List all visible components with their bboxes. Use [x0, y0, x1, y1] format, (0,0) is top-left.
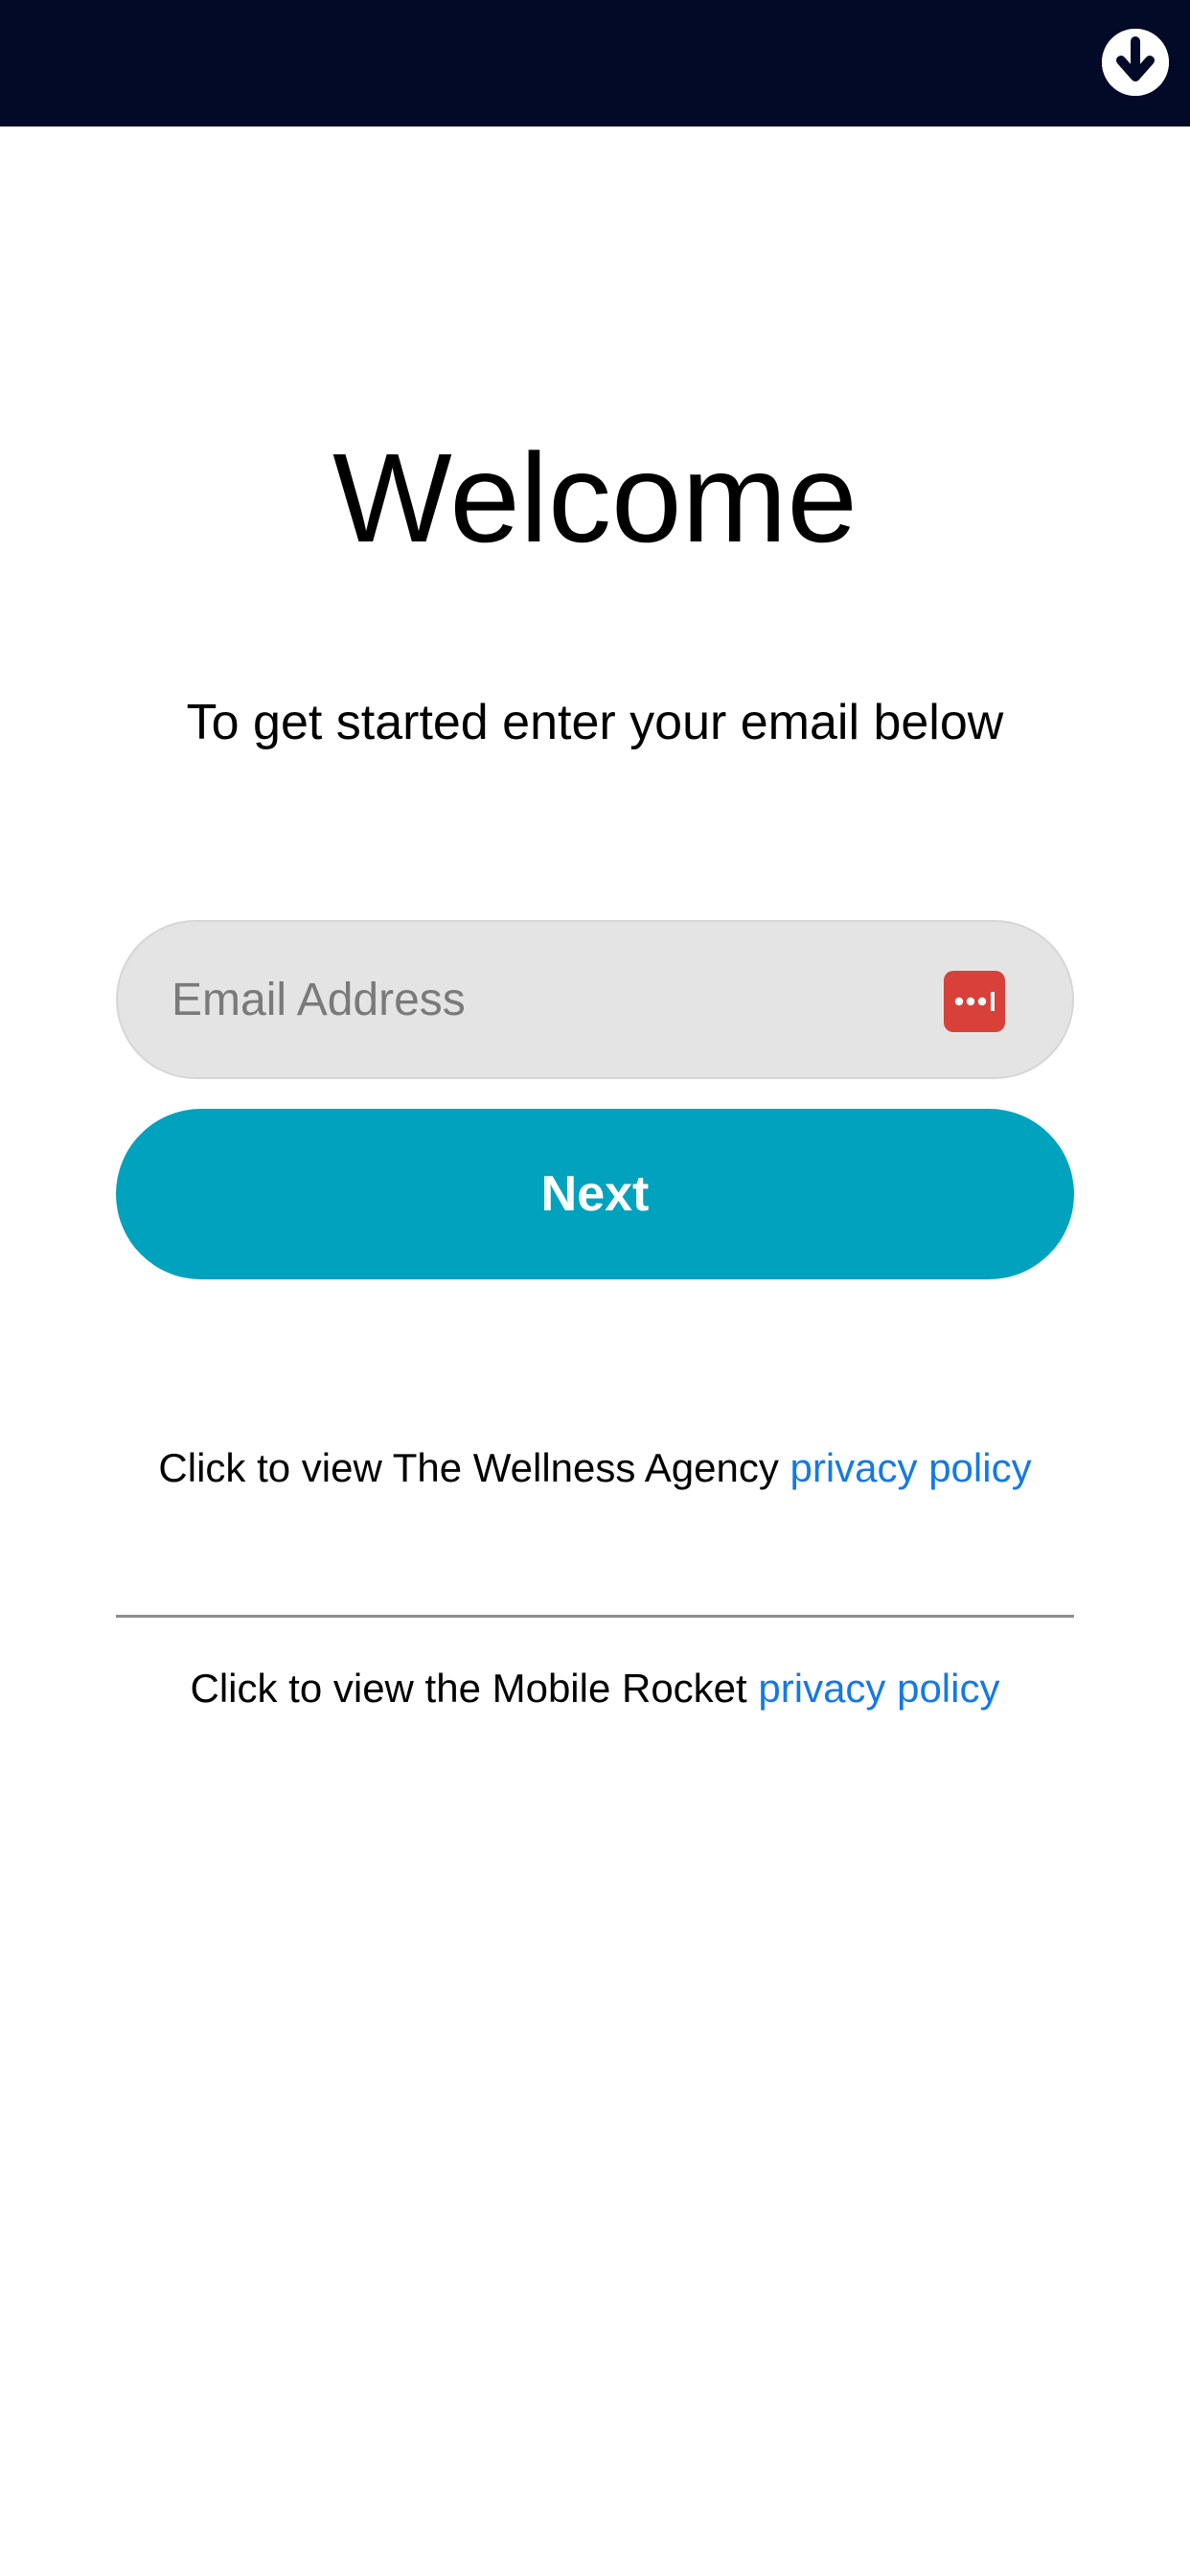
download-button[interactable]	[1102, 29, 1169, 96]
agency-policy-text: Click to view The Wellness Agency	[158, 1445, 790, 1490]
agency-privacy-policy-link[interactable]: privacy policy	[790, 1445, 1031, 1490]
agency-policy-line: Click to view The Wellness Agency privac…	[0, 1439, 1190, 1497]
page-subtitle: To get started enter your email below	[186, 695, 1004, 750]
top-bar	[0, 0, 1190, 126]
divider	[116, 1615, 1074, 1618]
mobile-rocket-policy-line: Click to view the Mobile Rocket privacy …	[0, 1660, 1190, 1717]
mobile-rocket-privacy-policy-link[interactable]: privacy policy	[758, 1666, 999, 1711]
password-dots-icon	[954, 992, 995, 1011]
mobile-rocket-policy-text: Click to view the Mobile Rocket	[190, 1666, 759, 1711]
email-field-container	[116, 920, 1074, 1079]
arrow-down-circle-icon	[1102, 29, 1169, 96]
password-manager-button[interactable]	[944, 971, 1005, 1032]
page-title: Welcome	[332, 427, 858, 568]
next-button[interactable]: Next	[116, 1109, 1074, 1279]
email-field[interactable]	[172, 922, 995, 1077]
